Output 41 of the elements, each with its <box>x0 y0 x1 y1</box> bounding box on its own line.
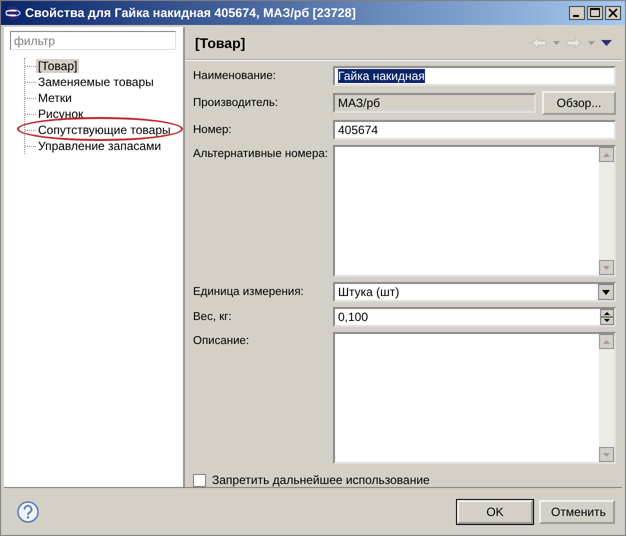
scroll-down-icon[interactable] <box>599 260 614 275</box>
field-label: Номер: <box>193 124 233 136</box>
spinner-arrows-icon[interactable] <box>600 309 614 325</box>
help-icon[interactable] <box>17 500 39 522</box>
tree-item[interactable]: Управление запасами <box>36 139 164 153</box>
field-label: Описание: <box>193 334 250 347</box>
ok-button[interactable]: OK <box>457 500 533 524</box>
scroll-down-icon[interactable] <box>599 447 614 462</box>
tree-item[interactable]: Рисунок <box>36 107 86 121</box>
minimize-button[interactable] <box>569 6 585 20</box>
input-field[interactable]: Гайка накидная <box>333 66 616 86</box>
dropdown[interactable]: Штука (шт) <box>333 282 616 302</box>
tree-item[interactable]: Метки <box>36 91 74 105</box>
app-icon <box>5 5 21 21</box>
tree-item[interactable]: Заменяемые товары <box>36 75 156 89</box>
page-title: [Товар] <box>195 35 246 51</box>
cancel-button[interactable]: Отменить <box>539 500 615 524</box>
caret-icon[interactable] <box>588 41 595 45</box>
field-label: Единица измерения: <box>193 286 305 298</box>
input-field[interactable]: 405674 <box>333 120 616 140</box>
tree-item[interactable]: Сопутствующие товары <box>36 123 173 137</box>
field-label: Вес, кг: <box>193 311 233 323</box>
checkbox-label: Запретить дальнейшее использование <box>212 473 430 487</box>
text-area[interactable] <box>333 332 616 464</box>
window-title: Свойства для Гайка накидная 405674, МАЗ/рб [23728] <box>25 6 356 20</box>
caret-icon[interactable] <box>553 41 560 45</box>
field-label: Наименование: <box>193 70 277 82</box>
tree-item[interactable]: [Товар] <box>36 59 80 73</box>
field-label: Альтернативные номера: <box>193 147 329 160</box>
number-field[interactable]: 0,100 <box>333 307 616 327</box>
field-label: Производитель: <box>193 97 280 109</box>
close-button[interactable] <box>605 6 621 20</box>
scroll-up-icon[interactable] <box>599 147 614 162</box>
checkbox[interactable] <box>193 474 206 486</box>
scroll-up-icon[interactable] <box>599 334 614 349</box>
filter-field[interactable]: фильтр <box>10 31 176 50</box>
scrollbar[interactable] <box>599 147 614 275</box>
scrollbar[interactable] <box>599 334 614 462</box>
text-area[interactable] <box>333 145 616 277</box>
maximize-button[interactable] <box>587 6 603 20</box>
menu-caret-icon[interactable] <box>601 40 612 46</box>
